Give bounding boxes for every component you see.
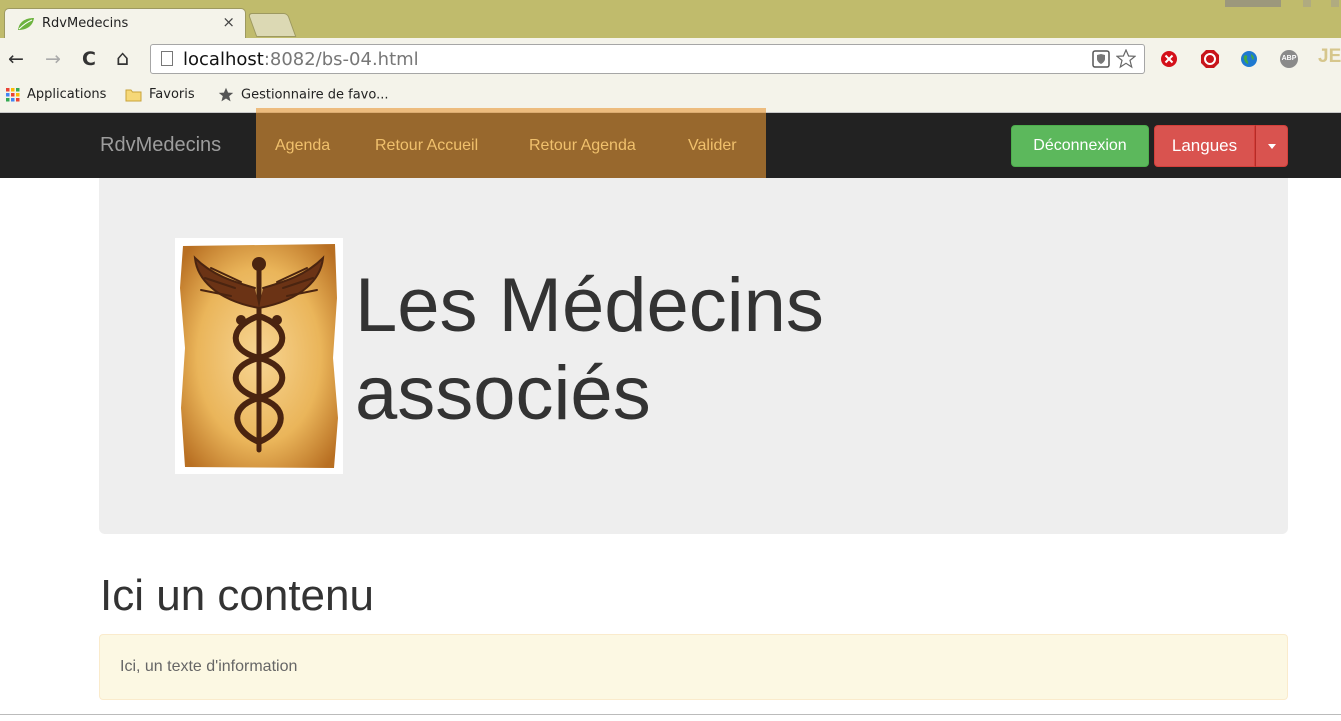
languages-button[interactable]: Langues <box>1154 125 1255 167</box>
logout-button[interactable]: Déconnexion <box>1011 125 1149 167</box>
caret-down-icon <box>1268 144 1276 149</box>
content-heading: Ici un contenu <box>100 571 374 620</box>
minimize-button[interactable] <box>1225 0 1281 7</box>
bookmark-label: Gestionnaire de favo... <box>241 87 389 103</box>
languages-dropdown-toggle[interactable] <box>1255 125 1288 167</box>
url-text: localhost:8082/bs-04.html <box>183 49 419 70</box>
shield-extension-icon[interactable] <box>1092 50 1110 68</box>
url-path: :8082/bs-04.html <box>263 49 419 70</box>
nav-link-agenda[interactable]: Agenda <box>275 137 330 155</box>
forward-button[interactable]: → <box>45 48 61 70</box>
url-host: localhost <box>183 49 264 70</box>
extension-partial-icon[interactable]: JE <box>1318 46 1341 67</box>
star-icon <box>218 87 234 102</box>
abp-icon[interactable]: ABP <box>1280 50 1298 68</box>
browser-toolbar: ← → C ⌂ localhost:8082/bs-04.html ABP JE <box>0 38 1341 82</box>
leaf-favicon-icon <box>18 18 34 30</box>
bookmark-label: Applications <box>27 87 107 102</box>
block-icon[interactable] <box>1160 50 1178 68</box>
reload-button[interactable]: C <box>82 48 96 70</box>
nav-link-retour-agenda[interactable]: Retour Agenda <box>529 137 636 155</box>
info-alert-text: Ici, un texte d'information <box>120 658 298 675</box>
nav-link-valider[interactable]: Valider <box>688 137 737 155</box>
caduceus-icon <box>175 238 343 474</box>
apps-grid-icon <box>6 87 20 101</box>
address-bar[interactable]: localhost:8082/bs-04.html <box>150 44 1145 74</box>
bookmark-favoris[interactable]: Favoris <box>125 87 195 102</box>
bookmark-star-icon[interactable] <box>1116 49 1136 69</box>
tab-title: RdvMedecins <box>42 16 129 31</box>
info-alert: Ici, un texte d'information <box>99 634 1288 700</box>
page-divider <box>0 714 1341 715</box>
back-button[interactable]: ← <box>8 48 24 70</box>
nav-link-retour-accueil[interactable]: Retour Accueil <box>375 137 478 155</box>
page-icon <box>161 51 173 66</box>
close-window-button[interactable] <box>1331 0 1339 7</box>
tab-close-icon[interactable]: × <box>222 13 235 31</box>
folder-icon <box>125 89 142 101</box>
stop-icon[interactable] <box>1200 49 1220 69</box>
globe-icon[interactable] <box>1240 50 1258 68</box>
bookmark-manager[interactable]: Gestionnaire de favo... <box>218 87 389 103</box>
new-tab-button[interactable] <box>247 13 297 37</box>
bookmark-applications[interactable]: Applications <box>6 87 106 102</box>
navbar-brand[interactable]: RdvMedecins <box>100 134 221 157</box>
jumbotron-title: Les Médecins associés <box>355 263 824 436</box>
restore-button[interactable] <box>1303 0 1311 7</box>
browser-tab-active[interactable]: RdvMedecins × <box>4 8 246 38</box>
window-controls <box>1221 0 1341 8</box>
browser-titlebar: RdvMedecins × <box>0 0 1341 38</box>
bookmark-label: Favoris <box>149 87 195 102</box>
home-button[interactable]: ⌂ <box>116 46 129 70</box>
